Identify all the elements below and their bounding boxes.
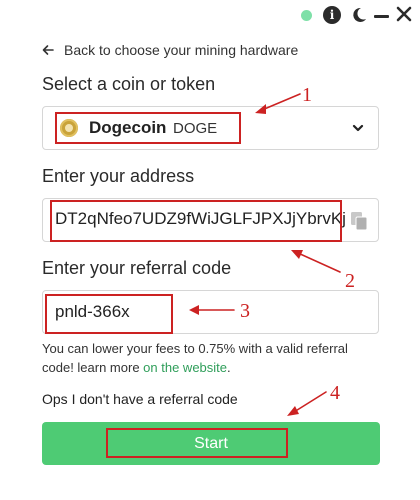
paste-icon[interactable] — [350, 211, 368, 231]
back-link[interactable]: Back to choose your mining hardware — [42, 40, 298, 60]
annotation-box-referral — [45, 294, 173, 334]
annotation-number-3: 3 — [240, 300, 250, 322]
moon-icon[interactable] — [350, 6, 368, 24]
no-referral-code-link[interactable]: Ops I don't have a referral code — [42, 391, 238, 407]
referral-section-label: Enter your referral code — [42, 258, 232, 278]
website-link[interactable]: on the website — [143, 360, 227, 375]
back-link-label: Back to choose your mining hardware — [64, 42, 299, 58]
referral-hint: You can lower your fees to 0.75% with a … — [42, 339, 362, 377]
minimize-icon[interactable] — [374, 15, 389, 18]
chevron-down-icon[interactable] — [352, 122, 364, 134]
referral-hint-suffix: . — [227, 360, 231, 375]
annotation-box-start — [106, 428, 288, 458]
coin-section-label: Select a coin or token — [42, 74, 216, 94]
annotation-box-coin — [55, 112, 241, 144]
close-icon[interactable] — [396, 6, 412, 22]
status-dot — [301, 10, 312, 21]
arrow-left-icon — [42, 45, 54, 55]
annotation-number-4: 4 — [330, 382, 340, 404]
annotation-number-2: 2 — [345, 270, 355, 292]
address-section-label: Enter your address — [42, 166, 195, 186]
info-icon[interactable]: i — [323, 6, 341, 24]
annotation-number-1: 1 — [302, 84, 312, 106]
annotation-box-address — [50, 200, 342, 242]
